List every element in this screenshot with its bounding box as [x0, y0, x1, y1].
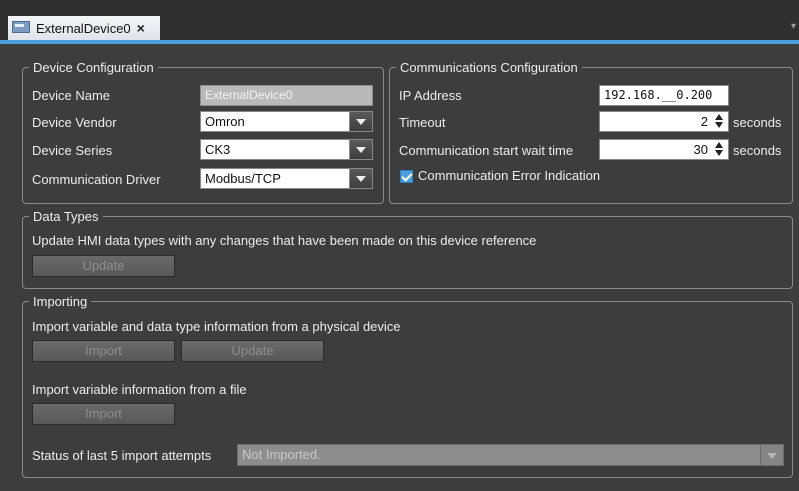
start-wait-time-value: 30 [693, 142, 708, 157]
update-import-button[interactable]: Update [181, 340, 324, 362]
data-types-legend: Data Types [33, 209, 99, 224]
communications-configuration-legend: Communications Configuration [400, 60, 578, 75]
communication-driver-label: Communication Driver [32, 172, 161, 187]
importing-legend: Importing [33, 294, 88, 309]
document-tab-bar: ExternalDevice0 × ▾ [0, 0, 799, 40]
device-series-select[interactable]: CK3 [200, 139, 373, 160]
chevron-down-icon[interactable] [760, 445, 783, 465]
device-vendor-value: Omron [205, 114, 245, 129]
import-file-description: Import variable information from a file [32, 382, 247, 397]
tab-external-device[interactable]: ExternalDevice0 × [8, 16, 160, 40]
data-types-description: Update HMI data types with any changes t… [32, 233, 537, 248]
communication-driver-value: Modbus/TCP [205, 171, 281, 186]
device-vendor-label: Device Vendor [32, 115, 117, 130]
import-status-label: Status of last 5 import attempts [32, 448, 212, 463]
tab-label: ExternalDevice0 [36, 20, 131, 36]
import-file-button[interactable]: Import [32, 403, 175, 425]
communication-driver-select[interactable]: Modbus/TCP [200, 168, 373, 189]
data-types-group: Data Types [22, 209, 793, 289]
timeout-label: Timeout [399, 115, 446, 130]
chevron-down-icon[interactable] [349, 169, 372, 188]
import-status-value: Not Imported. [242, 447, 321, 462]
device-series-label: Device Series [32, 143, 113, 158]
device-screen-icon [12, 21, 30, 35]
error-indication-checkbox[interactable] [400, 170, 413, 183]
timeout-stepper[interactable]: 2 [599, 111, 729, 132]
spin-arrows-icon[interactable] [715, 114, 725, 129]
start-wait-time-label: Communication start wait time [399, 143, 574, 158]
error-indication-label: Communication Error Indication [418, 168, 601, 183]
import-button[interactable]: Import [32, 340, 175, 362]
timeout-value: 2 [700, 114, 708, 129]
device-series-value: CK3 [205, 142, 231, 157]
ip-address-input[interactable]: 192.168.__0.200 [599, 85, 729, 106]
device-name-field: ExternalDevice0 [200, 85, 373, 106]
device-name-label: Device Name [32, 88, 111, 103]
panel-menu-icon[interactable]: ▾ [791, 22, 797, 32]
chevron-down-icon[interactable] [349, 112, 372, 131]
timeout-unit: seconds [733, 115, 782, 130]
ip-address-label: IP Address [399, 88, 462, 103]
device-configuration-legend: Device Configuration [33, 60, 154, 75]
start-wait-time-stepper[interactable]: 30 [599, 139, 729, 160]
update-data-types-button[interactable]: Update [32, 255, 175, 277]
device-vendor-select[interactable]: Omron [200, 111, 373, 132]
chevron-down-icon[interactable] [349, 140, 372, 159]
start-wait-time-unit: seconds [733, 143, 782, 158]
import-physical-description: Import variable and data type informatio… [32, 319, 401, 334]
import-status-select[interactable]: Not Imported. [237, 444, 784, 466]
spin-arrows-icon[interactable] [715, 142, 725, 157]
close-icon[interactable]: × [137, 20, 145, 36]
device-reference-editor: Device Configuration Device Name Externa… [0, 44, 799, 491]
